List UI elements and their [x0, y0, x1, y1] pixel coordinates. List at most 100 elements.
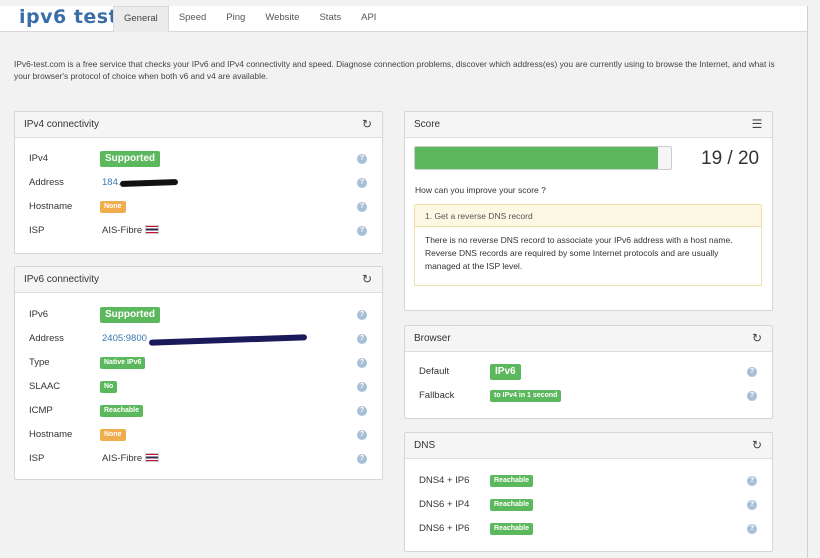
help-icon[interactable]: ?	[747, 524, 757, 534]
type-label: Type	[29, 357, 50, 368]
ipv4-row: IPv4 Supported ?	[15, 151, 382, 167]
ipv6-type-row: Type Native IPv6 ?	[15, 355, 382, 371]
score-progress-bar	[414, 146, 672, 170]
help-icon[interactable]: ?	[357, 154, 367, 164]
ipv6-label: IPv6	[29, 309, 49, 320]
ipv6-address-value[interactable]: 2405:9800	[102, 333, 147, 344]
help-icon[interactable]: ?	[357, 358, 367, 368]
help-icon[interactable]: ?	[747, 500, 757, 510]
fallback-badge: to IPv4 in 1 second	[490, 390, 562, 402]
browser-fallback-row: Fallback to IPv4 in 1 second ?	[405, 388, 772, 404]
slaac-label: SLAAC	[29, 381, 61, 392]
score-tip-box: 1. Get a reverse DNS record There is no …	[414, 204, 762, 286]
dns-panel-header: DNS ↻	[405, 433, 772, 459]
isp-name: AIS-Fibre	[102, 225, 143, 236]
dns-row: DNS6 + IP6 Reachable ?	[405, 521, 772, 537]
tab-api[interactable]: API	[351, 6, 386, 32]
list-icon[interactable]: ☰	[751, 118, 763, 130]
icmp-label: ICMP	[29, 405, 53, 416]
help-icon[interactable]: ?	[357, 334, 367, 344]
tab-ping[interactable]: Ping	[216, 6, 255, 32]
dns6-ip6-label: DNS6 + IP6	[419, 523, 470, 534]
isp-label: ISP	[29, 225, 45, 236]
ipv4-isp-row: ISP AIS-Fibre ?	[15, 223, 382, 239]
ipv6-isp-row: ISP AIS-Fibre ?	[15, 451, 382, 467]
ipv4-hostname-row: Hostname None ?	[15, 199, 382, 215]
ipv6-hostname-row: Hostname None ?	[15, 427, 382, 443]
browser-panel: Browser ↻ Default IPv6 ? Fallback to IPv…	[404, 325, 773, 419]
site-logo[interactable]: ipv6 test	[19, 6, 118, 28]
native-ipv6-badge: Native IPv6	[100, 357, 146, 369]
dns4-ip6-label: DNS4 + IP6	[419, 475, 470, 486]
default-label: Default	[419, 366, 450, 377]
tip-title: 1. Get a reverse DNS record	[415, 205, 761, 227]
score-panel: Score ☰ 19 / 20 How can you improve your…	[404, 111, 773, 311]
ipv4-panel-header: IPv4 connectivity ↻	[15, 112, 382, 138]
help-icon[interactable]: ?	[357, 382, 367, 392]
dns6-ip4-label: DNS6 + IP4	[419, 499, 470, 510]
thailand-flag-icon	[145, 225, 160, 234]
browser-panel-header: Browser ↻	[405, 326, 772, 352]
tab-stats[interactable]: Stats	[309, 6, 351, 32]
redaction-scribble	[148, 334, 308, 346]
refresh-icon[interactable]: ↻	[361, 118, 373, 130]
ipv6-supported-badge: Supported	[100, 307, 160, 323]
slaac-no-badge: No	[100, 381, 118, 393]
ipv4-address-value[interactable]: 184.	[102, 177, 121, 188]
ipv6-slaac-row: SLAAC No ?	[15, 379, 382, 395]
ipv4-panel-title: IPv4 connectivity	[24, 119, 100, 130]
page-right-border	[807, 6, 808, 558]
ipv4-label: IPv4	[29, 153, 49, 164]
help-icon[interactable]: ?	[357, 406, 367, 416]
intro-text: IPv6-test.com is a free service that che…	[14, 59, 775, 81]
tab-website[interactable]: Website	[255, 6, 309, 32]
ipv6-address-row: Address 2405:9800 ?	[15, 331, 382, 347]
help-icon[interactable]: ?	[747, 476, 757, 486]
address-label: Address	[29, 177, 64, 188]
isp-value: AIS-Fibre	[102, 225, 160, 236]
browser-panel-title: Browser	[414, 333, 451, 344]
ipv4-panel: IPv4 connectivity ↻ IPv4 Supported ? Add…	[14, 111, 383, 254]
icmp-reachable-badge: Reachable	[100, 405, 144, 417]
top-navbar: ipv6 test General Speed Ping Website Sta…	[0, 6, 808, 32]
ipv4-supported-badge: Supported	[100, 151, 160, 167]
score-progress-fill	[415, 147, 659, 169]
score-value: 19 / 20	[701, 148, 760, 169]
score-panel-title: Score	[414, 119, 441, 130]
refresh-icon[interactable]: ↻	[361, 273, 373, 285]
help-icon[interactable]: ?	[357, 454, 367, 464]
help-icon[interactable]: ?	[357, 178, 367, 188]
tip-body: There is no reverse DNS record to associ…	[425, 235, 733, 271]
refresh-icon[interactable]: ↻	[751, 332, 763, 344]
ipv6-icmp-row: ICMP Reachable ?	[15, 403, 382, 419]
hostname-label: Hostname	[29, 429, 73, 440]
fallback-label: Fallback	[419, 390, 455, 401]
tab-speed[interactable]: Speed	[169, 6, 216, 32]
dns6-ip6-reachable-badge: Reachable	[490, 523, 534, 535]
help-icon[interactable]: ?	[357, 430, 367, 440]
ipv6-panel: IPv6 connectivity ↻ IPv6 Supported ? Add…	[14, 266, 383, 480]
redaction-scribble	[119, 178, 179, 188]
dns6-ip4-reachable-badge: Reachable	[490, 499, 534, 511]
dns-panel-title: DNS	[414, 440, 436, 451]
help-icon[interactable]: ?	[747, 391, 757, 401]
dns-row: DNS4 + IP6 Reachable ?	[405, 473, 772, 489]
tab-general[interactable]: General	[113, 6, 169, 32]
dns-row: DNS6 + IP4 Reachable ?	[405, 497, 772, 513]
browser-default-row: Default IPv6 ?	[405, 364, 772, 380]
help-icon[interactable]: ?	[747, 367, 757, 377]
help-icon[interactable]: ?	[357, 310, 367, 320]
hostname-none-badge: None	[100, 201, 126, 213]
help-icon[interactable]: ?	[357, 226, 367, 236]
default-ipv6-badge: IPv6	[490, 364, 521, 380]
hostname-none-badge: None	[100, 429, 126, 441]
ipv6-panel-header: IPv6 connectivity ↻	[15, 267, 382, 293]
hostname-label: Hostname	[29, 201, 73, 212]
refresh-icon[interactable]: ↻	[751, 439, 763, 451]
nav-tabs: General Speed Ping Website Stats API	[113, 6, 386, 32]
ipv4-address-row: Address 184. ?	[15, 175, 382, 191]
help-icon[interactable]: ?	[357, 202, 367, 212]
ipv6-panel-title: IPv6 connectivity	[24, 274, 100, 285]
dns4-ip6-reachable-badge: Reachable	[490, 475, 534, 487]
isp-value: AIS-Fibre	[102, 453, 160, 464]
